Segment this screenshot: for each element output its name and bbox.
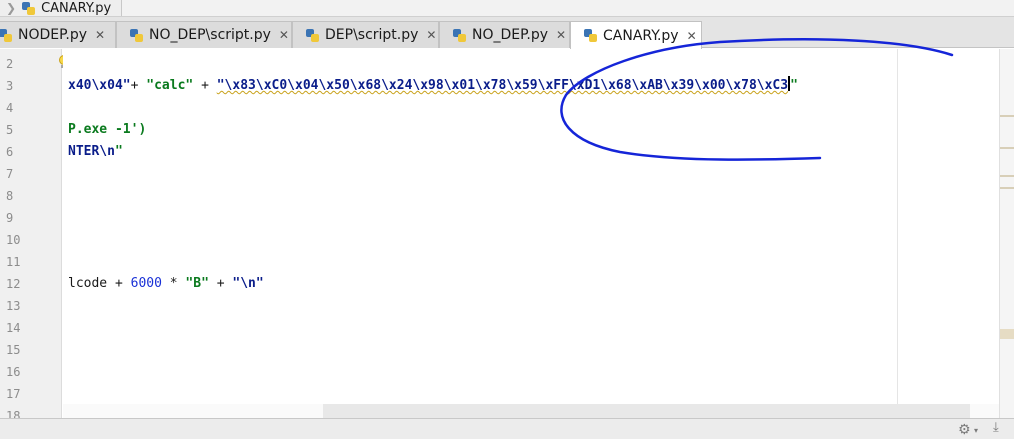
code-line-6: NTER\n"	[68, 141, 123, 163]
horizontal-scrollbar-thumb[interactable]	[323, 404, 970, 418]
tab-label: DEP\script.py	[325, 27, 419, 43]
error-stripe[interactable]	[999, 49, 1014, 418]
stripe-marker[interactable]	[1000, 147, 1014, 149]
python-file-icon	[0, 28, 12, 42]
tab-canary[interactable]: CANARY.py ✕	[570, 21, 702, 49]
line-number: 13	[6, 299, 21, 313]
breadcrumb[interactable]: ❯ CANARY.py	[0, 0, 123, 16]
stripe-marker[interactable]	[1000, 329, 1014, 339]
line-number: 5	[6, 123, 14, 137]
download-icon[interactable]: ⤓	[993, 420, 999, 435]
line-number: 7	[6, 167, 14, 181]
line-number: 15	[6, 343, 21, 357]
breadcrumb-file[interactable]: CANARY.py	[41, 1, 111, 16]
code-token: P.exe -1')	[68, 122, 147, 137]
code-token: 6000	[130, 276, 162, 291]
code-token: NTER\n	[68, 144, 115, 159]
line-number-gutter[interactable]: 2 3 4 5 6 7 8 9 10 11 12 13 14 15 16 17 …	[0, 49, 62, 418]
code-editor[interactable]: x40\x04"+ "calc" + "\x83\xC0\x04\x50\x68…	[63, 49, 999, 418]
stripe-marker[interactable]	[1000, 175, 1014, 177]
line-number: 8	[6, 189, 14, 203]
code-token: x40\x04"	[68, 78, 131, 93]
stripe-marker[interactable]	[1000, 187, 1014, 189]
code-token: "\n"	[232, 276, 264, 291]
tab-label: NO_DEP\script.py	[149, 27, 271, 43]
line-number: 9	[6, 211, 14, 225]
line-number: 4	[6, 101, 14, 115]
close-icon[interactable]: ✕	[556, 28, 566, 42]
stripe-marker[interactable]	[1000, 115, 1014, 117]
chevron-right-icon: ❯	[6, 1, 17, 15]
tab-label: NO_DEP.py	[472, 27, 549, 43]
tab-label: NODEP.py	[18, 27, 88, 43]
line-number: 11	[6, 255, 21, 269]
code-token: "	[114, 144, 123, 159]
close-icon[interactable]: ✕	[95, 28, 105, 42]
line-number: 14	[6, 321, 21, 335]
code-token: "\x83\xC0\x04\x50\x68\x24\x98\x01\x78\x5…	[216, 78, 789, 93]
code-line-3: x40\x04"+ "calc" + "\x83\xC0\x04\x50\x68…	[68, 75, 798, 97]
code-token: lcode +	[68, 276, 131, 291]
python-file-icon	[584, 29, 597, 42]
code-token: +	[130, 78, 147, 93]
code-token: "B"	[185, 276, 209, 291]
tab-no-dep[interactable]: NO_DEP.py ✕	[439, 21, 570, 48]
right-margin-guide	[897, 49, 898, 418]
status-bar	[0, 418, 1014, 439]
code-token: "	[790, 78, 798, 93]
close-icon[interactable]: ✕	[426, 28, 436, 42]
line-number: 2	[6, 57, 14, 71]
code-token: +	[208, 276, 233, 291]
tab-no-dep-script[interactable]: NO_DEP\script.py ✕	[116, 21, 292, 48]
code-token: "calc"	[146, 78, 194, 93]
python-file-icon	[22, 1, 36, 15]
code-line-5: P.exe -1')	[68, 119, 146, 141]
breadcrumb-bar: ❯ CANARY.py	[0, 0, 1014, 17]
python-file-icon	[306, 28, 319, 42]
tab-label: CANARY.py	[603, 27, 679, 44]
close-icon[interactable]: ✕	[279, 28, 289, 42]
tab-dep-script[interactable]: DEP\script.py ✕	[292, 21, 439, 48]
tab-nodep[interactable]: NODEP.py ✕	[0, 21, 116, 48]
line-number: 3	[6, 79, 14, 93]
line-number: 10	[6, 233, 21, 247]
close-icon[interactable]: ✕	[687, 29, 697, 43]
editor-tab-strip: NODEP.py ✕ NO_DEP\script.py ✕ DEP\script…	[0, 17, 1014, 49]
gear-icon[interactable]: ⚙	[958, 422, 971, 438]
line-number: 17	[6, 387, 21, 401]
chevron-down-icon[interactable]: ▾	[974, 426, 978, 435]
python-file-icon	[453, 28, 466, 42]
line-number: 16	[6, 365, 21, 379]
line-number: 6	[6, 145, 14, 159]
code-line-12: lcode + 6000 * "B" + "\n"	[68, 273, 264, 295]
code-token: +	[193, 78, 217, 93]
line-number: 12	[6, 277, 21, 291]
code-token: *	[161, 276, 186, 291]
line-number: 18	[6, 409, 21, 418]
python-file-icon	[130, 28, 143, 42]
